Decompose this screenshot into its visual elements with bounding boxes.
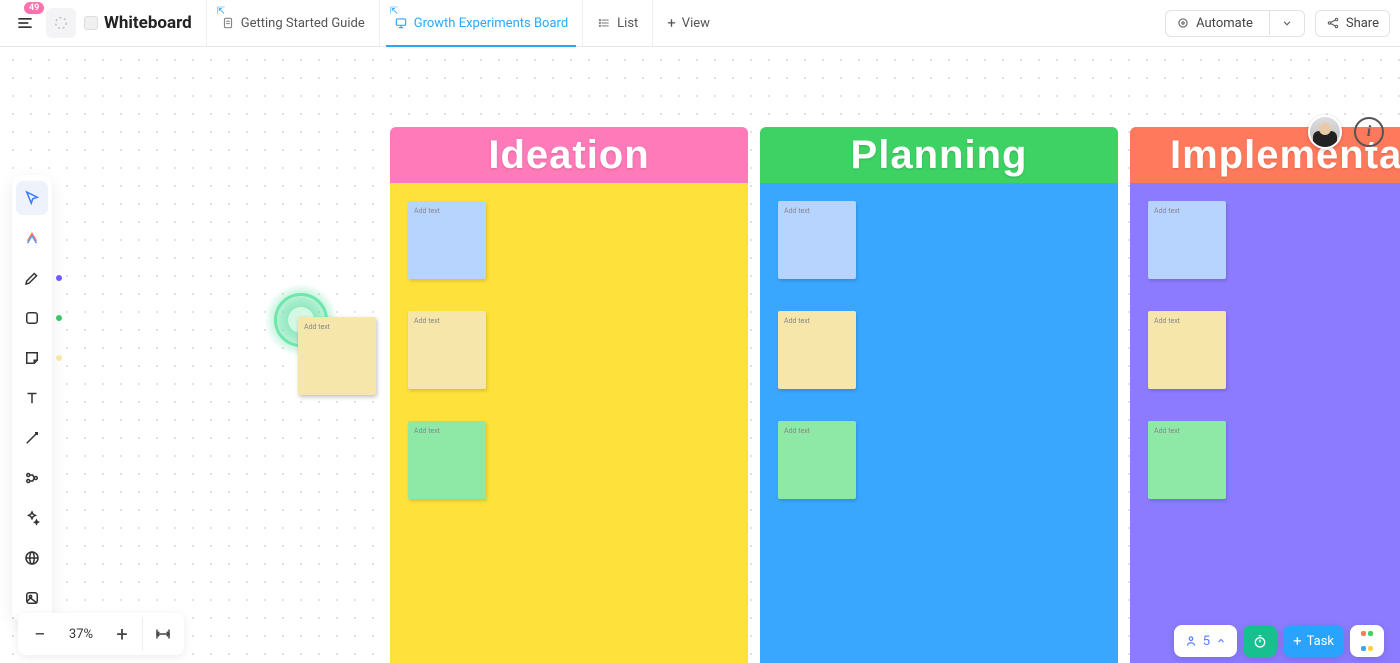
- column-implementation[interactable]: Implementation Add text Add text Add tex…: [1130, 127, 1400, 663]
- automate-icon: [1176, 16, 1190, 30]
- board-columns: Ideation Add text Add text Add text Plan…: [390, 127, 1400, 663]
- zoom-in-button[interactable]: +: [102, 617, 142, 651]
- text-tool[interactable]: [16, 381, 48, 415]
- zoom-value[interactable]: 37%: [60, 627, 102, 642]
- whiteboard-canvas[interactable]: − 37% + Ideation Add text Add text Add t…: [0, 47, 1400, 663]
- share-label: Share: [1346, 16, 1379, 31]
- timer-button[interactable]: [1243, 625, 1277, 657]
- sticky-note[interactable]: Add text: [778, 311, 856, 389]
- collaborators-count: 5: [1203, 634, 1210, 649]
- new-task-button[interactable]: + Task: [1283, 625, 1344, 657]
- tab-label: Getting Started Guide: [241, 16, 365, 31]
- column-planning[interactable]: Planning Add text Add text Add text: [760, 127, 1118, 663]
- page-title-text: Whiteboard: [104, 13, 192, 33]
- pin-icon: ⇱: [390, 6, 398, 17]
- sync-icon: [46, 8, 76, 38]
- column-header: Planning: [760, 127, 1118, 183]
- task-label: Task: [1307, 634, 1334, 649]
- page-title[interactable]: Whiteboard: [84, 13, 192, 33]
- tab-getting-started[interactable]: ⇱ Getting Started Guide: [206, 0, 379, 46]
- share-button[interactable]: Share: [1315, 10, 1390, 37]
- view-tabs: ⇱ Getting Started Guide ⇱ Growth Experim…: [206, 0, 724, 46]
- tab-growth-experiments[interactable]: ⇱ Growth Experiments Board: [379, 0, 582, 46]
- image-tool[interactable]: [16, 581, 48, 615]
- column-body[interactable]: Add text Add text Add text: [760, 183, 1118, 663]
- apps-button[interactable]: [1350, 625, 1384, 657]
- smart-tool[interactable]: [16, 221, 48, 255]
- top-bar: 49 Whiteboard ⇱ Getting Started Guide ⇱ …: [0, 0, 1400, 47]
- sticky-note[interactable]: Add text: [408, 421, 486, 499]
- tab-label: Growth Experiments Board: [414, 16, 568, 31]
- add-view-label: View: [682, 16, 710, 31]
- automate-dropdown[interactable]: [1269, 11, 1304, 35]
- list-icon: [597, 16, 611, 30]
- sticky-tool[interactable]: [16, 341, 48, 375]
- chevron-down-icon: [1280, 16, 1294, 30]
- sticky-note[interactable]: Add text: [1148, 421, 1226, 499]
- fit-width-button[interactable]: [142, 617, 182, 651]
- share-icon: [1326, 16, 1340, 30]
- tab-list[interactable]: List: [582, 0, 652, 46]
- plus-icon: +: [1293, 632, 1302, 650]
- add-view-button[interactable]: + View: [652, 0, 724, 46]
- column-body[interactable]: Add text Add text Add text: [1130, 183, 1400, 663]
- automate-label: Automate: [1196, 16, 1253, 31]
- sticky-note[interactable]: Add text: [778, 421, 856, 499]
- ai-tool[interactable]: [16, 501, 48, 535]
- sticky-note[interactable]: Add text: [1148, 201, 1226, 279]
- dragging-sticky-note[interactable]: Add text: [298, 317, 376, 395]
- info-button[interactable]: i: [1354, 117, 1384, 147]
- select-tool[interactable]: [16, 181, 48, 215]
- pin-icon: ⇱: [217, 6, 225, 17]
- page-color-swatch: [84, 16, 98, 30]
- plus-icon: +: [667, 14, 676, 32]
- menu-button[interactable]: 49: [10, 8, 40, 38]
- left-toolbar: [12, 175, 52, 621]
- tab-label: List: [617, 16, 638, 31]
- collaborators-button[interactable]: 5: [1174, 625, 1237, 657]
- zoom-controls: − 37% +: [18, 613, 184, 655]
- shape-tool[interactable]: [16, 301, 48, 335]
- person-icon: [1184, 634, 1198, 648]
- sticky-note[interactable]: Add text: [1148, 311, 1226, 389]
- sticky-note[interactable]: Add text: [778, 201, 856, 279]
- column-body[interactable]: Add text Add text Add text: [390, 183, 748, 663]
- column-header: Ideation: [390, 127, 748, 183]
- user-avatar[interactable]: [1308, 115, 1342, 149]
- relation-tool[interactable]: [16, 461, 48, 495]
- connector-tool[interactable]: [16, 421, 48, 455]
- sticky-note[interactable]: Add text: [408, 311, 486, 389]
- zoom-out-button[interactable]: −: [20, 617, 60, 651]
- sticky-note[interactable]: Add text: [408, 201, 486, 279]
- whiteboard-icon: [394, 16, 408, 30]
- doc-icon: [221, 16, 235, 30]
- chevron-up-icon: [1215, 635, 1227, 647]
- stopwatch-icon: [1252, 633, 1268, 649]
- automate-button[interactable]: Automate: [1165, 10, 1305, 37]
- notification-badge: 49: [24, 2, 44, 14]
- web-tool[interactable]: [16, 541, 48, 575]
- bottom-right-controls: 5 + Task: [1174, 625, 1384, 657]
- column-ideation[interactable]: Ideation Add text Add text Add text: [390, 127, 748, 663]
- pen-tool[interactable]: [16, 261, 48, 295]
